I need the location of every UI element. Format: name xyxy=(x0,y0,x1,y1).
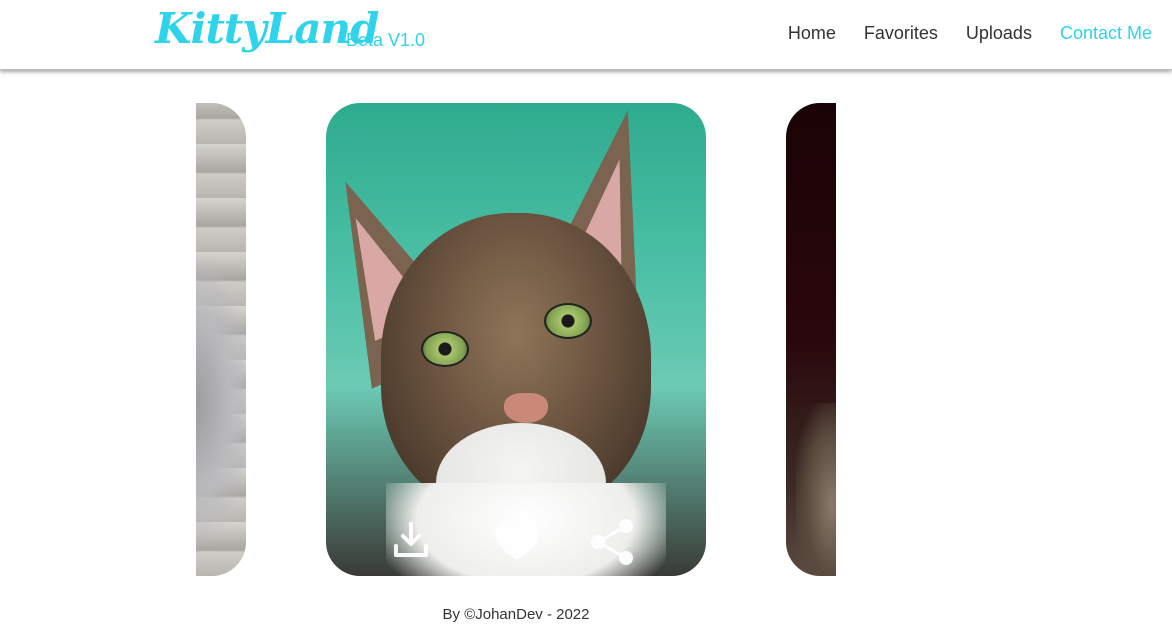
main-nav: Home Favorites Uploads Contact Me xyxy=(788,23,1152,44)
card-actions xyxy=(326,518,706,568)
nav-uploads[interactable]: Uploads xyxy=(966,23,1032,44)
cat-eye-left xyxy=(421,331,469,367)
next-cat-card[interactable] xyxy=(786,103,836,576)
nav-contact-me[interactable]: Contact Me xyxy=(1060,23,1152,44)
share-icon[interactable] xyxy=(588,518,636,566)
dark-cat-image xyxy=(796,403,836,573)
previous-cat-card[interactable] xyxy=(196,103,246,576)
nav-home[interactable]: Home xyxy=(788,23,836,44)
gray-cat-image xyxy=(196,253,246,553)
site-header: KittyLand Beta V1.0 Home Favorites Uploa… xyxy=(0,0,1172,70)
download-icon[interactable] xyxy=(391,520,431,560)
nav-favorites[interactable]: Favorites xyxy=(864,23,938,44)
logo[interactable]: KittyLand xyxy=(155,4,379,53)
heart-icon[interactable] xyxy=(491,516,543,564)
site-footer: By ©JohanDev - 2022 xyxy=(442,606,590,623)
cat-eye-right xyxy=(544,303,592,339)
version-label: Beta V1.0 xyxy=(346,30,426,50)
cat-nose xyxy=(504,393,548,423)
current-cat-card[interactable] xyxy=(326,103,706,576)
